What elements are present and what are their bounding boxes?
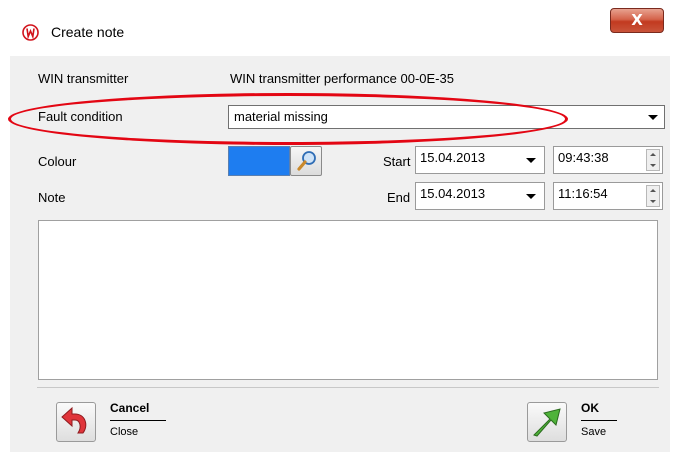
end-date-picker[interactable]: 15.04.2013 bbox=[415, 182, 545, 210]
spin-updown-icon[interactable] bbox=[646, 149, 660, 171]
chevron-down-icon[interactable] bbox=[648, 115, 658, 120]
end-label: End bbox=[387, 190, 411, 205]
start-time-spinner[interactable]: 09:43:38 bbox=[553, 146, 663, 174]
spin-updown-icon[interactable] bbox=[646, 185, 660, 207]
close-icon: X bbox=[631, 11, 643, 29]
chevron-down-icon[interactable] bbox=[526, 194, 536, 199]
cancel-divider bbox=[110, 420, 166, 421]
start-date-value: 15.04.2013 bbox=[420, 150, 486, 165]
close-button[interactable]: X bbox=[610, 8, 664, 33]
transmitter-value: WIN transmitter performance 00-0E-35 bbox=[230, 71, 454, 86]
confirm-arrow-icon[interactable] bbox=[527, 402, 567, 442]
fault-condition-select[interactable]: material missing bbox=[228, 105, 665, 129]
colour-swatch[interactable] bbox=[228, 146, 290, 176]
fault-condition-label: Fault condition bbox=[38, 109, 123, 124]
note-label: Note bbox=[38, 190, 66, 205]
note-textarea[interactable] bbox=[38, 220, 658, 380]
ok-title: OK bbox=[581, 401, 599, 415]
title-bar: Create note X bbox=[0, 0, 680, 56]
transmitter-label: WIN transmitter bbox=[38, 71, 129, 86]
end-time-spinner[interactable]: 11:16:54 bbox=[553, 182, 663, 210]
colour-picker-button[interactable] bbox=[290, 146, 322, 176]
fault-condition-value: material missing bbox=[234, 109, 328, 124]
chevron-down-icon[interactable] bbox=[526, 158, 536, 163]
create-note-dialog: Create note X WIN transmitter WIN transm… bbox=[0, 0, 680, 452]
colour-label: Colour bbox=[38, 154, 77, 169]
cancel-title: Cancel bbox=[110, 401, 150, 415]
cancel-subtitle: Close bbox=[110, 426, 139, 438]
window-frame bbox=[0, 0, 10, 452]
undo-icon[interactable] bbox=[56, 402, 96, 442]
start-label: Start bbox=[383, 154, 411, 169]
ok-divider bbox=[581, 420, 617, 421]
start-time-value: 09:43:38 bbox=[558, 150, 609, 165]
start-date-picker[interactable]: 15.04.2013 bbox=[415, 146, 545, 174]
end-date-value: 15.04.2013 bbox=[420, 186, 486, 201]
app-logo-icon bbox=[22, 24, 39, 41]
end-time-value: 11:16:54 bbox=[558, 186, 608, 201]
magnifier-icon bbox=[297, 151, 316, 171]
ok-subtitle: Save bbox=[581, 426, 607, 438]
window-title: Create note bbox=[51, 24, 125, 40]
